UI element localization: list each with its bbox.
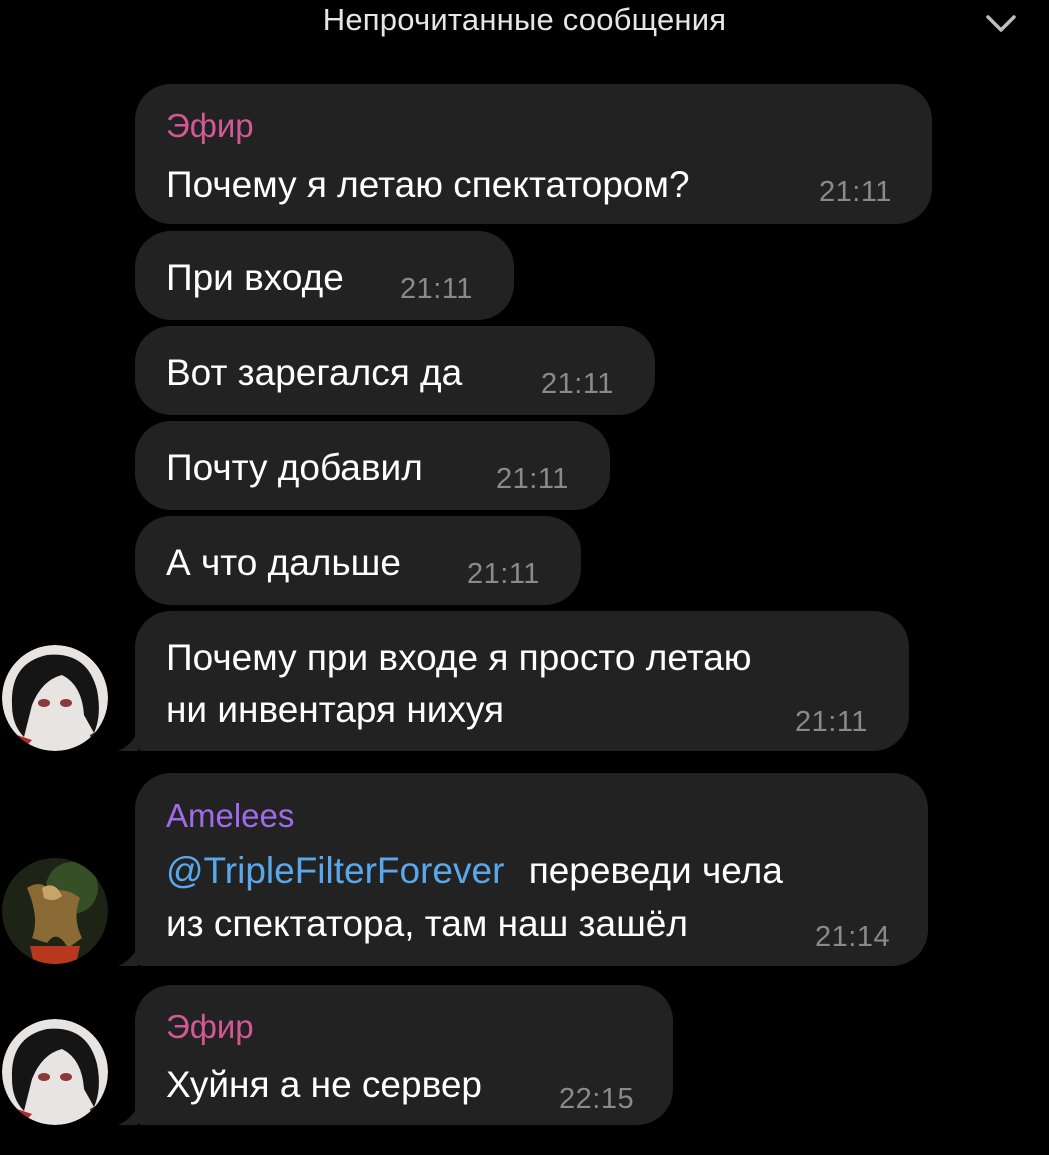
message-text-continued: переведи чела	[528, 850, 783, 891]
message-time: 21:14	[815, 921, 891, 953]
message-time: 21:11	[541, 368, 614, 400]
unread-messages-divider: Непрочитанные сообщения	[0, 0, 1049, 42]
message-bubble[interactable]: Эфир Почему я летаю спектатором? 21:11	[135, 84, 932, 224]
message-text-line2: из спектатора, там наш зашёл	[166, 903, 688, 944]
sender-name[interactable]: Эфир	[166, 106, 254, 146]
message-bubble[interactable]: А что дальше 21:11	[135, 516, 581, 605]
message-time: 21:11	[400, 273, 473, 305]
sender-name[interactable]: Amelees	[166, 796, 294, 836]
message-time: 21:11	[819, 176, 892, 208]
message-text: Почту добавил	[166, 447, 423, 488]
message-text: Вот зарегался да	[166, 352, 463, 393]
mention-link[interactable]: @TripleFilterForever	[166, 850, 504, 891]
message-time: 21:11	[795, 706, 868, 738]
user-avatar[interactable]	[2, 1019, 108, 1125]
message-text-line1: Почему при входе я просто летаю	[166, 637, 752, 678]
unread-messages-label: Непрочитанные сообщения	[322, 2, 727, 37]
message-text-line2: ни инвентаря нихуя	[166, 689, 505, 730]
user-avatar[interactable]	[2, 858, 108, 964]
message-time: 21:11	[496, 463, 569, 495]
message-bubble[interactable]: Amelees @TripleFilterForever переведи че…	[135, 773, 928, 966]
message-text-line1: @TripleFilterForever переведи чела	[166, 847, 783, 895]
message-time: 22:15	[559, 1083, 635, 1115]
message-bubble[interactable]: Почту добавил 21:11	[135, 421, 610, 510]
user-avatar[interactable]	[2, 645, 108, 751]
chevron-down-icon[interactable]	[982, 8, 1020, 38]
chat-view: Непрочитанные сообщения Эфир Почему я ле…	[0, 0, 1049, 1155]
message-bubble[interactable]: Вот зарегался да 21:11	[135, 326, 655, 415]
bubble-tail	[118, 946, 138, 966]
message-bubble[interactable]: Почему при входе я просто летаю ни инвен…	[135, 611, 909, 751]
bubble-tail	[118, 731, 138, 751]
message-text: А что дальше	[166, 542, 401, 583]
message-text: Хуйня а не сервер	[166, 1064, 482, 1105]
sender-name[interactable]: Эфир	[166, 1007, 254, 1047]
message-bubble[interactable]: При входе 21:11	[135, 231, 514, 320]
message-bubble[interactable]: Эфир Хуйня а не сервер 22:15	[135, 985, 673, 1125]
message-text: Почему я летаю спектатором?	[166, 164, 690, 205]
message-text: При входе	[166, 257, 344, 298]
bubble-tail	[118, 1105, 138, 1125]
message-time: 21:11	[467, 558, 540, 590]
